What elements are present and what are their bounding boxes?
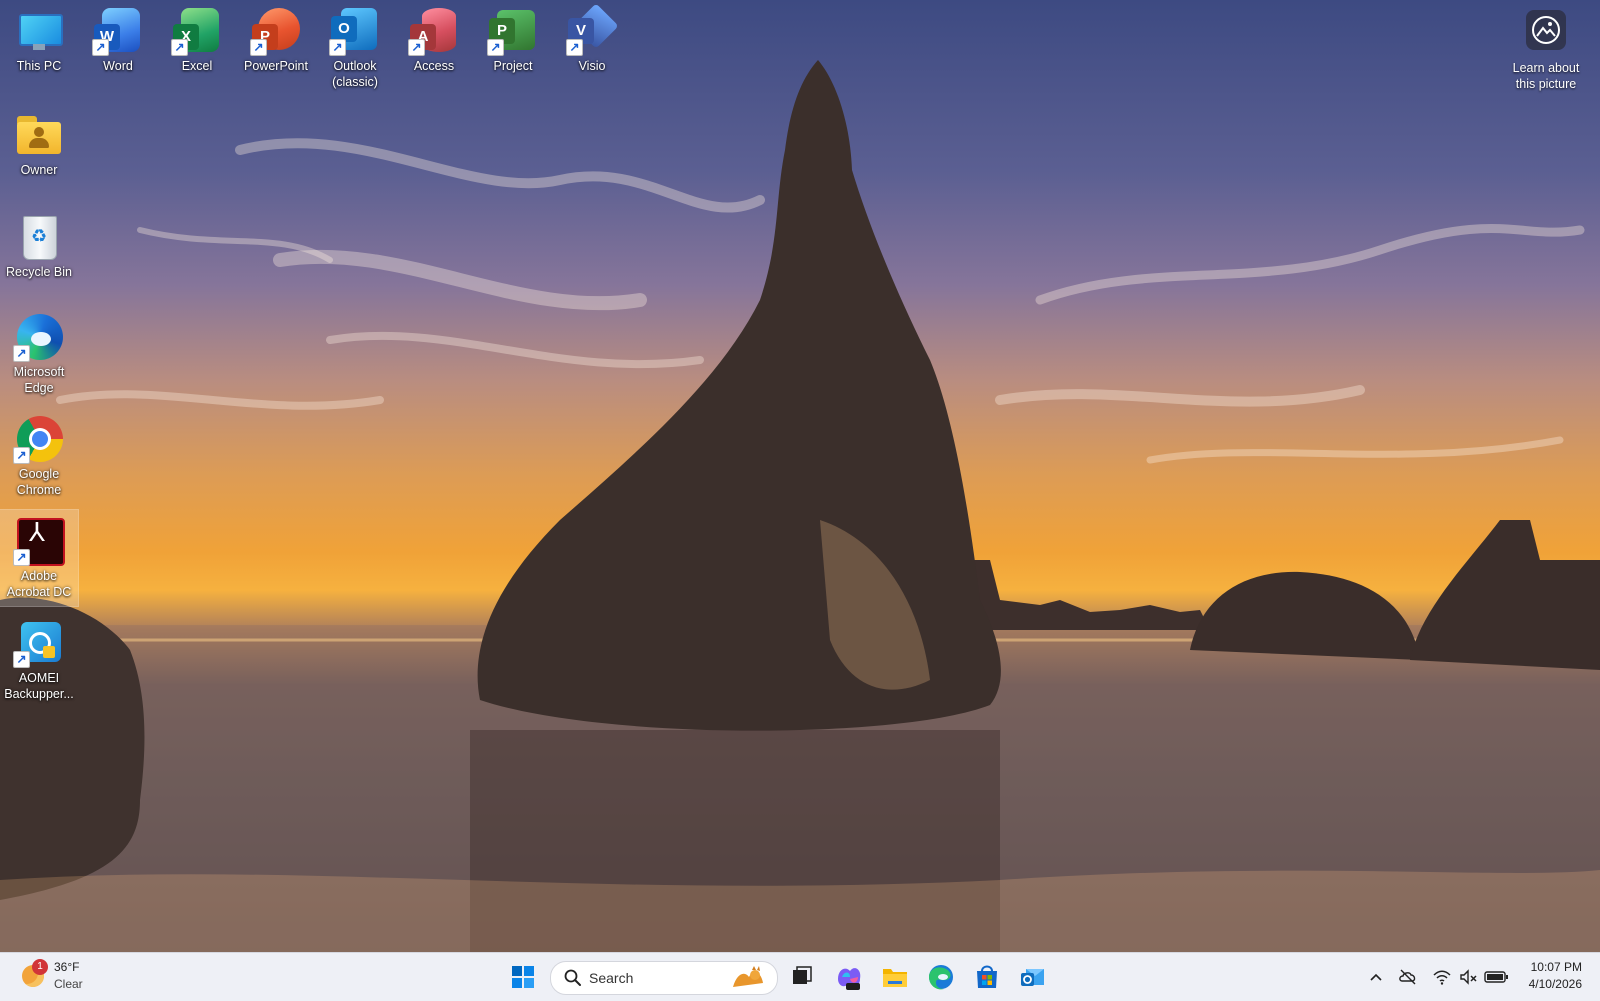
access-icon: A ↗ xyxy=(408,6,458,56)
m365-copilot-icon xyxy=(838,968,861,990)
desktop-icon-project[interactable]: P ↗ Project xyxy=(474,0,552,74)
desktop-icon-label: Visio xyxy=(578,59,606,73)
start-button[interactable] xyxy=(506,961,540,993)
outlook-icon: O ↗ xyxy=(329,6,379,56)
clock-time: 10:07 PM xyxy=(1530,960,1582,974)
desktop-icon-recycle-bin[interactable]: ♻ Recycle Bin xyxy=(0,206,78,280)
chrome-icon: ↗ xyxy=(13,414,63,464)
desktop-icon-owner[interactable]: Owner xyxy=(0,104,78,178)
desktop-icon-excel[interactable]: X ↗ Excel xyxy=(158,0,236,74)
task-view-icon xyxy=(793,966,812,984)
weather-badge: 1 xyxy=(32,959,48,975)
clock[interactable]: 10:07 PM 4/10/2026 xyxy=(1516,953,1600,1001)
word-icon: W ↗ xyxy=(92,6,142,56)
recycle-bin-icon: ♻ xyxy=(15,212,63,260)
search-highlight-icon xyxy=(727,965,767,991)
weather-condition: Clear xyxy=(54,977,83,991)
desktop-icon-aomei[interactable]: ↗ AOMEI Backupper... xyxy=(0,612,78,702)
project-icon: P ↗ xyxy=(487,6,537,56)
excel-icon: X ↗ xyxy=(171,6,221,56)
edge-icon: ↗ xyxy=(13,312,63,362)
desktop-icon-label: Owner xyxy=(20,163,58,177)
search-placeholder: Search xyxy=(589,970,634,986)
desktop-icon-word[interactable]: W ↗ Word xyxy=(79,0,157,74)
weather-temperature: 36°F xyxy=(54,960,80,974)
folder-icon xyxy=(883,969,907,987)
outlook-taskbar-button[interactable] xyxy=(1016,961,1050,993)
onedrive-offline-icon[interactable] xyxy=(1398,967,1418,987)
desktop-icon-acrobat[interactable]: ⅄ ↗ Adobe Acrobat DC xyxy=(0,509,79,607)
wifi-icon[interactable] xyxy=(1432,967,1452,987)
desktop-icon-label: Recycle Bin xyxy=(6,265,72,279)
desktop-icon-this-pc[interactable]: This PC xyxy=(0,0,78,74)
desktop-icon-access[interactable]: A ↗ Access xyxy=(395,0,473,74)
weather-widget[interactable]: 1 36°F Clear xyxy=(14,953,124,1001)
powerpoint-icon: P ↗ xyxy=(250,6,300,56)
file-explorer-button[interactable] xyxy=(878,961,912,993)
search-icon xyxy=(564,969,581,986)
desktop-icon-label: Outlook (classic) xyxy=(332,59,378,89)
microsoft-store-button[interactable] xyxy=(970,961,1004,993)
clock-date: 4/10/2026 xyxy=(1528,977,1582,991)
visio-icon: V ↗ xyxy=(566,3,619,56)
learn-about-picture[interactable]: Learn about this picture xyxy=(1502,8,1590,92)
desktop-icon-label: Excel xyxy=(181,59,213,73)
store-icon xyxy=(977,965,997,988)
user-folder-icon xyxy=(15,110,63,158)
desktop-icon-label: Word xyxy=(103,59,133,73)
camera-spotlight-icon xyxy=(1526,10,1566,50)
desktop-wallpaper xyxy=(0,0,1600,952)
this-pc-icon xyxy=(15,6,63,54)
desktop-icon-outlook[interactable]: O ↗ Outlook (classic) xyxy=(316,0,394,90)
desktop-icon-label: PowerPoint xyxy=(244,59,308,73)
edge-icon xyxy=(929,965,953,990)
show-hidden-icons-chevron-up-icon[interactable] xyxy=(1366,967,1386,987)
desktop-icon-label: This PC xyxy=(16,59,62,73)
desktop-icon-visio[interactable]: V ↗ Visio xyxy=(553,0,631,74)
volume-muted-icon[interactable] xyxy=(1458,967,1478,987)
aomei-icon: ↗ xyxy=(13,618,63,668)
edge-taskbar-button[interactable] xyxy=(924,961,958,993)
taskbar: 1 36°F Clear Search 10:07 PM 4/10/2026 xyxy=(0,952,1600,1001)
battery-icon[interactable] xyxy=(1484,967,1510,987)
desktop-icon-label: Microsoft Edge xyxy=(13,365,65,395)
desktop-icon-label: Google Chrome xyxy=(16,467,62,497)
windows-logo-icon xyxy=(512,966,534,988)
desktop-icon-chrome[interactable]: ↗ Google Chrome xyxy=(0,408,78,498)
task-view-button[interactable] xyxy=(784,961,818,993)
desktop-icon-label: Project xyxy=(493,59,533,73)
learn-about-picture-label: Learn about this picture xyxy=(1512,61,1580,91)
desktop-icon-edge[interactable]: ↗ Microsoft Edge xyxy=(0,306,78,396)
outlook-icon xyxy=(1021,969,1044,986)
desktop-icon-powerpoint[interactable]: P ↗ PowerPoint xyxy=(237,0,315,74)
desktop-icon-label: Adobe Acrobat DC xyxy=(6,569,72,599)
acrobat-icon: ⅄ ↗ xyxy=(13,516,65,566)
desktop-icon-label: Access xyxy=(413,59,455,73)
m365-copilot-button[interactable] xyxy=(832,961,866,993)
desktop-icon-label: AOMEI Backupper... xyxy=(4,671,74,701)
taskbar-search[interactable]: Search xyxy=(550,961,778,995)
